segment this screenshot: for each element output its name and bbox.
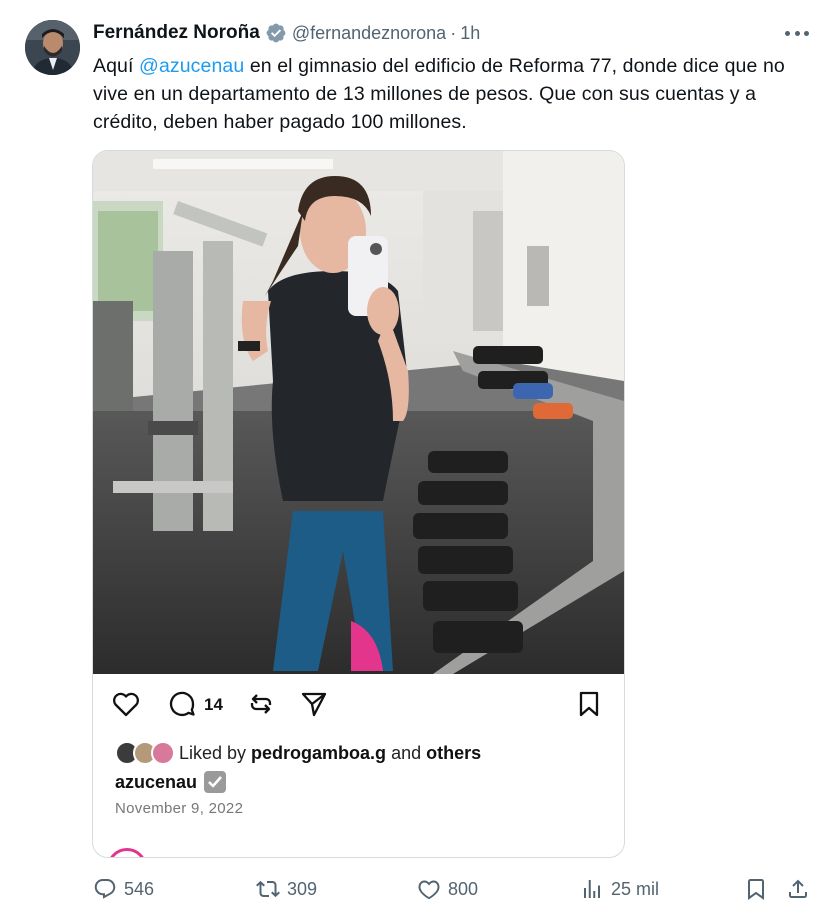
views-button[interactable]: 25 mil	[580, 876, 659, 902]
comment-count: 14	[204, 695, 223, 714]
bookmark-outline-icon	[748, 879, 764, 900]
tweet-timestamp[interactable]: 1h	[460, 23, 480, 44]
reply-count: 546	[124, 878, 155, 899]
like-button[interactable]: 800	[417, 876, 478, 902]
embedded-instagram-screenshot[interactable]: 14 Liked by pedrogamboa.g and others azu…	[92, 150, 625, 858]
share-tweet-button[interactable]	[786, 876, 810, 902]
separator-dot: ·	[450, 22, 457, 43]
bookmark-icon[interactable]	[574, 689, 604, 719]
liker-avatars	[115, 741, 179, 765]
mention-link[interactable]: @azucenau	[139, 55, 244, 77]
liked-by-row: Liked by pedrogamboa.g and others	[115, 741, 481, 765]
repost-count: 309	[287, 878, 318, 899]
gym-selfie-photo	[93, 151, 624, 674]
like-heart-icon	[418, 880, 440, 900]
instagram-user-row: azucenau	[115, 769, 227, 795]
tweet-text: Aquí @azucenau en el gimnasio del edific…	[93, 52, 813, 136]
reply-icon	[94, 879, 116, 899]
reply-button[interactable]: 546	[93, 876, 154, 902]
share-icon[interactable]	[299, 689, 329, 719]
views-chart-icon	[584, 880, 600, 898]
repost-icon	[256, 880, 280, 898]
liked-user[interactable]: pedrogamboa.g	[251, 743, 386, 763]
views-count: 25 mil	[611, 878, 660, 899]
verified-badge-icon	[266, 23, 286, 43]
tweet: Fernández Noroña @fernandeznorona · 1h A…	[0, 0, 825, 921]
author-handle[interactable]: @fernandeznorona	[292, 23, 446, 44]
liked-by-text: Liked by pedrogamboa.g and others	[179, 742, 482, 763]
author-name[interactable]: Fernández Noroña	[93, 22, 260, 44]
heart-icon[interactable]	[111, 689, 141, 719]
story-ring-avatar	[107, 848, 147, 857]
tweet-header: Fernández Noroña @fernandeznorona · 1h	[93, 21, 480, 45]
checkbox-check-icon	[204, 771, 227, 793]
instagram-username[interactable]: azucenau	[115, 772, 197, 793]
repost-button[interactable]: 309	[256, 876, 317, 902]
upload-share-icon	[789, 879, 807, 898]
tweet-action-bar: 546 309 800 25 mil	[0, 872, 825, 904]
more-options-icon[interactable]	[785, 22, 809, 44]
tweet-text-part1: Aquí	[93, 55, 140, 77]
like-count: 800	[448, 878, 479, 899]
comment-icon[interactable]	[167, 689, 197, 719]
liked-others[interactable]: others	[426, 743, 481, 763]
post-date: November 9, 2022	[115, 800, 244, 817]
author-avatar[interactable]	[25, 20, 80, 75]
remix-icon[interactable]	[246, 689, 276, 719]
instagram-action-bar: 14	[93, 674, 624, 734]
bookmark-tweet-button[interactable]	[744, 876, 768, 902]
